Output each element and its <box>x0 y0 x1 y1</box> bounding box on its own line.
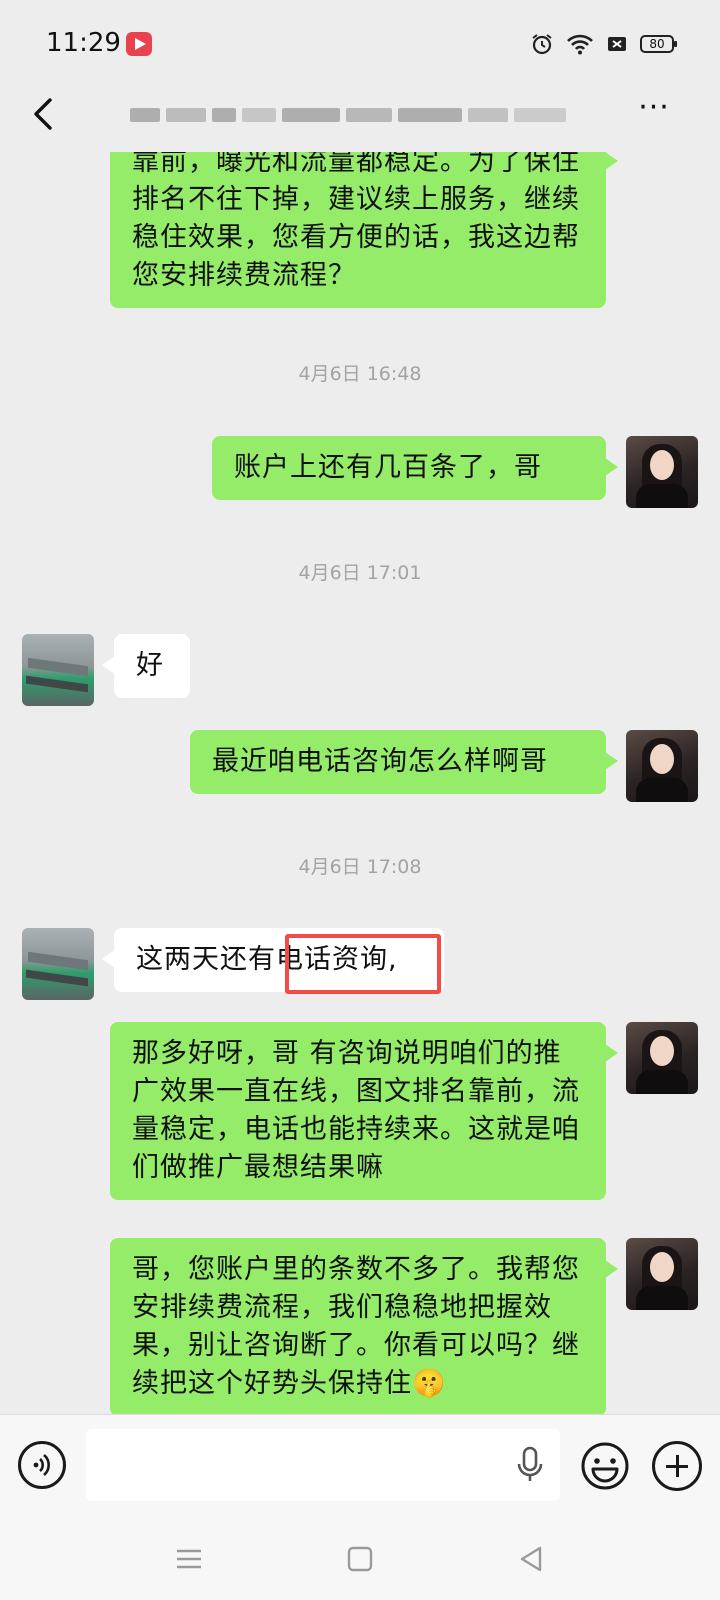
home-icon[interactable] <box>345 1544 375 1574</box>
annotation-highlight-box <box>285 934 441 994</box>
alarm-icon <box>532 34 552 55</box>
chat-title-redacted[interactable] <box>130 98 600 132</box>
message-text: 好 <box>136 650 164 681</box>
emoji-icon[interactable] <box>580 1441 630 1491</box>
chevron-left-icon[interactable] <box>24 94 68 138</box>
avatar-contact[interactable] <box>22 634 94 706</box>
sim-off-icon <box>608 37 626 51</box>
chat-messages[interactable]: 靠前，曝光和流量都稳定。为了保住排名不往下掉，建议续上服务，继续稳住效果，您看方… <box>0 152 720 1414</box>
message-timestamp: 4月6日 17:08 <box>298 856 422 878</box>
message-bubble-me[interactable]: 账户上还有几百条了，哥 <box>212 436 618 500</box>
mic-icon[interactable] <box>512 1445 548 1485</box>
battery-icon: 80 <box>640 35 677 53</box>
message-input[interactable] <box>86 1429 560 1501</box>
status-bar: 11:29 80 <box>0 0 720 88</box>
message-bubble-me[interactable]: 最近咱电话咨询怎么样啊哥 <box>190 730 618 794</box>
video-app-icon <box>126 32 152 56</box>
message-timestamp: 4月6日 17:01 <box>298 562 422 584</box>
wifi-icon <box>567 34 593 55</box>
message-text: 哥，您账户里的条数不多了。我帮您安排续费流程，我们稳稳地把握效果，别让咨询断了。… <box>132 1254 580 1399</box>
status-time: 11:29 <box>46 28 121 58</box>
message-text: 那多好呀，哥 有咨询说明咱们的推广效果一直在线，图文排名靠前，流量稳定，电话也能… <box>132 1038 580 1183</box>
message-timestamp: 4月6日 16:48 <box>298 363 422 385</box>
message-text: 账户上还有几百条了，哥 <box>234 452 542 483</box>
message-bubble-contact[interactable]: 好 <box>102 634 190 698</box>
plus-icon[interactable] <box>652 1441 702 1491</box>
avatar-me[interactable] <box>626 436 698 508</box>
more-options-button[interactable]: ··· <box>634 93 674 128</box>
chat-header: ··· <box>0 88 720 152</box>
message-text: 靠前，曝光和流量都稳定。为了保住排名不往下掉，建议续上服务，继续稳住效果，您看方… <box>132 152 580 291</box>
status-icons: 80 <box>530 30 677 58</box>
message-bubble-me[interactable]: 哥，您账户里的条数不多了。我帮您安排续费流程，我们稳稳地把握效果，别让咨询断了。… <box>110 1238 618 1414</box>
system-nav-bar <box>0 1516 720 1600</box>
message-bubble-me[interactable]: 靠前，曝光和流量都稳定。为了保住排名不往下掉，建议续上服务，继续稳住效果，您看方… <box>110 152 618 308</box>
avatar-me[interactable] <box>626 1022 698 1094</box>
input-bar <box>0 1414 720 1516</box>
avatar-me[interactable] <box>626 730 698 802</box>
voice-icon[interactable] <box>18 1441 66 1489</box>
menu-icon[interactable] <box>174 1544 204 1574</box>
avatar-me[interactable] <box>626 1238 698 1310</box>
message-text: 这两天还有 <box>136 944 276 975</box>
message-text: 最近咱电话咨询怎么样啊哥 <box>212 746 548 777</box>
message-bubble-me[interactable]: 那多好呀，哥 有咨询说明咱们的推广效果一直在线，图文排名靠前，流量稳定，电话也能… <box>110 1022 618 1200</box>
avatar-contact[interactable] <box>22 928 94 1000</box>
back-triangle-icon[interactable] <box>516 1544 546 1574</box>
